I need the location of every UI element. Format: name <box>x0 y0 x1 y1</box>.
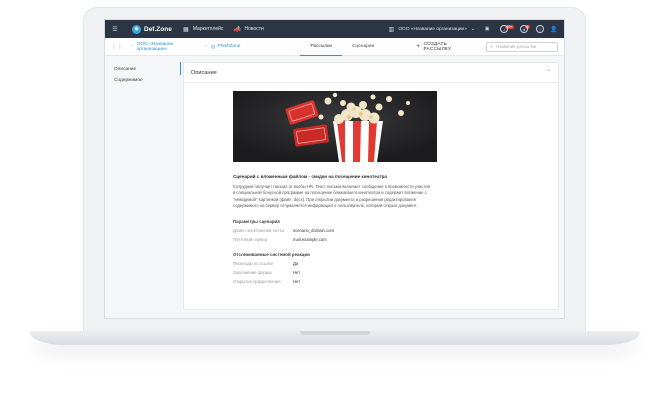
breadcrumb-org[interactable]: ООО «Название организации» <box>137 42 202 52</box>
create-mailing-label: СОЗДАТЬ РАССЫЛКУ <box>423 41 452 52</box>
search-icon: ⌕ <box>490 43 494 50</box>
breadcrumb-separator: › <box>205 44 208 49</box>
scenario-image <box>233 91 437 162</box>
tracked-key: Открытие прикрепления <box>233 279 281 285</box>
create-mailing-button[interactable]: + СОЗДАТЬ РАССЫЛКУ <box>416 42 474 52</box>
tracked-row-form: Заполнение формы Нет <box>233 270 558 275</box>
sidebar-item-contents[interactable]: Содержимое <box>105 75 179 86</box>
search-placeholder: Название рассылки <box>496 44 537 49</box>
chat-icon: ● <box>522 26 526 32</box>
plus-icon: + <box>416 43 421 50</box>
param-row-domain: Домен электронной почты scenario_domain.… <box>233 228 558 233</box>
hamburger-menu-button[interactable]: ☰ <box>111 25 122 33</box>
tracked-section-title: Отслеживаемые системой реакции <box>233 252 310 258</box>
chevron-up-icon[interactable]: ⌃ <box>546 69 551 76</box>
scenario-description: Сотрудник получает письмо от якобы HR. Т… <box>233 184 430 208</box>
breadcrumb-bar: ⋮⋮ › ООО «Название организации» › ◎ Phis… <box>105 38 564 56</box>
breadcrumb-separator: › <box>131 44 133 49</box>
tracked-row-attachment: Открытие прикрепления Нет <box>233 279 558 284</box>
grid-icon: ▦ <box>182 26 189 33</box>
sidebar-item-description[interactable]: Описание <box>105 62 181 75</box>
tab-mailings[interactable]: Рассылки <box>300 38 342 56</box>
sidebar: Описание Содержимое <box>105 56 181 318</box>
top-navbar: ☰ ◉ Def.Zone ▦ Маркетплейс 📣 Новости ▥ О… <box>105 20 564 38</box>
tracked-value: Нет <box>293 270 301 276</box>
hamburger-icon: ☰ <box>112 26 118 33</box>
tabs: Рассылки Сценарии <box>300 38 384 56</box>
megaphone-icon: 📣 <box>233 26 242 33</box>
marketplace-link[interactable]: ▦ Маркетплейс <box>182 25 224 33</box>
tracked-key: Переходы по ссылке <box>233 261 274 267</box>
chevron-down-icon: ⌄ <box>470 26 476 32</box>
param-key: Домен электронной почты <box>233 228 285 234</box>
org-name: ООО «Название организации» <box>398 26 467 32</box>
building-icon: ▥ <box>388 26 395 33</box>
notifications-button[interactable]: ♪ <box>500 25 509 33</box>
lock-icon[interactable]: ▣ <box>483 25 491 33</box>
param-key: Почтовый сервер <box>233 237 267 243</box>
params-section-title: Параметры сценария <box>233 219 280 225</box>
logo-icon: ◉ <box>132 24 141 34</box>
org-selector[interactable]: ▥ ООО «Название организации» ⌄ <box>387 25 475 33</box>
apps-grid-icon[interactable]: ⋮⋮ <box>111 43 123 50</box>
card-header[interactable]: Описание ⌃ <box>184 63 558 83</box>
user-button[interactable]: 👤 <box>550 25 558 33</box>
tracked-value: Да <box>293 261 299 267</box>
param-value: mail.example.com <box>293 237 327 243</box>
app-screen: ☰ ◉ Def.Zone ▦ Маркетплейс 📣 Новости ▥ О… <box>104 19 565 319</box>
tracked-row-links: Переходы по ссылке Да <box>233 261 558 266</box>
user-icon: 👤 <box>550 26 558 33</box>
card-title: Описание <box>191 69 217 76</box>
bell-icon: ♪ <box>503 26 506 32</box>
news-link[interactable]: 📣 Новости <box>233 25 264 33</box>
phishzone-icon: ◎ <box>211 43 216 50</box>
breadcrumb: ООО «Название организации» › ◎ PhishZone <box>137 42 241 52</box>
logo[interactable]: ◉ Def.Zone <box>132 24 172 34</box>
help-button[interactable]: ? <box>536 25 544 33</box>
breadcrumb-current[interactable]: PhishZone <box>218 44 241 49</box>
card-body: Сценарий с вложенным файлом - скидки на … <box>184 83 558 284</box>
help-icon: ? <box>538 26 542 32</box>
search-input[interactable]: ⌕ Название рассылки <box>486 41 558 52</box>
tab-scenarios[interactable]: Сценарии <box>342 38 384 56</box>
logo-text: Def.Zone <box>144 25 172 33</box>
popcorn-illustration <box>233 91 437 162</box>
param-value: scenario_domain.com <box>293 228 334 234</box>
tracked-key: Заполнение формы <box>233 270 272 276</box>
param-row-mailserver: Почтовый сервер mail.example.com <box>233 237 558 242</box>
messages-button[interactable]: ● <box>520 25 529 33</box>
description-card: Описание ⌃ Сценарий с вложенным файлом -… <box>183 62 559 310</box>
laptop-notch <box>300 331 370 335</box>
marketplace-label: Маркетплейс <box>192 26 224 32</box>
tracked-value: Нет <box>293 279 301 285</box>
news-label: Новости <box>244 26 264 32</box>
scenario-title: Сценарий с вложенным файлом - скидки на … <box>233 174 387 179</box>
